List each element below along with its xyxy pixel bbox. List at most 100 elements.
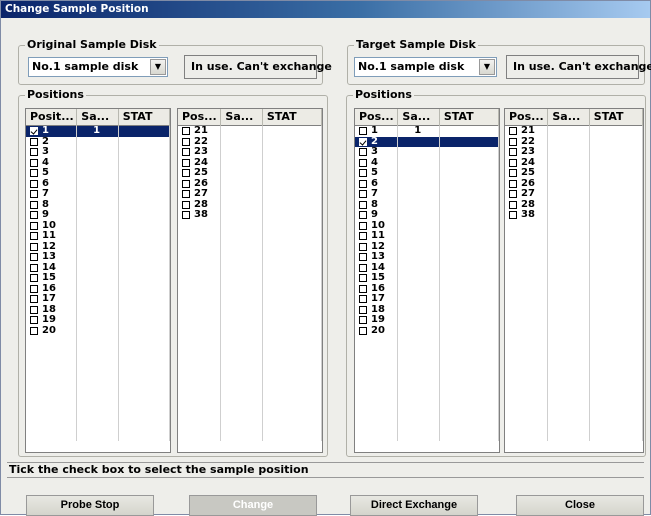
position-checkbox[interactable] (359, 158, 367, 167)
table-row[interactable] (355, 388, 499, 399)
table-row[interactable] (505, 378, 643, 389)
target-positions-table-1[interactable]: Pos... Sa... STAT 1 1 2 3 4 5 6 7 8 9 10 11 12 13 14 15 16 1… (354, 108, 500, 453)
position-checkbox[interactable] (182, 137, 190, 146)
position-checkbox[interactable] (359, 127, 367, 135)
position-checkbox[interactable] (182, 190, 190, 198)
table-row[interactable] (355, 367, 499, 378)
table-row[interactable]: 5 (355, 168, 499, 179)
table-row[interactable] (355, 399, 499, 410)
position-checkbox[interactable] (30, 242, 38, 251)
table-row[interactable]: 8 (26, 199, 170, 210)
table-row[interactable] (178, 388, 322, 399)
table-row[interactable]: 24 (505, 157, 643, 168)
table-row[interactable] (505, 283, 643, 294)
column-header[interactable]: Sa... (548, 109, 590, 126)
chevron-down-icon[interactable]: ▼ (479, 59, 495, 75)
table-row[interactable] (178, 283, 322, 294)
table-row[interactable] (505, 336, 643, 347)
column-header[interactable]: STAT (440, 109, 499, 126)
position-checkbox[interactable] (30, 305, 38, 314)
table-row[interactable]: 23 (505, 147, 643, 158)
table-row[interactable] (178, 273, 322, 284)
table-row[interactable] (355, 336, 499, 347)
column-header[interactable]: STAT (590, 109, 643, 126)
position-checkbox[interactable] (182, 211, 190, 219)
position-checkbox[interactable] (30, 232, 38, 240)
table-row[interactable] (505, 220, 643, 231)
table-row[interactable]: 13 (355, 252, 499, 263)
position-checkbox[interactable] (359, 221, 367, 230)
table-row[interactable] (505, 367, 643, 378)
table-row[interactable] (505, 420, 643, 431)
table-row[interactable] (178, 315, 322, 326)
column-header[interactable]: STAT (119, 109, 170, 126)
position-checkbox[interactable] (509, 190, 517, 198)
position-checkbox[interactable] (182, 158, 190, 167)
table-row[interactable]: 14 (26, 262, 170, 273)
table-row[interactable]: 12 (26, 241, 170, 252)
table-row[interactable]: 7 (26, 189, 170, 200)
table-row[interactable] (178, 367, 322, 378)
table-row[interactable]: 5 (26, 168, 170, 179)
table-row[interactable]: 27 (505, 189, 643, 200)
table-row[interactable]: 38 (178, 210, 322, 221)
table-row[interactable]: 15 (355, 273, 499, 284)
table-row[interactable] (26, 399, 170, 410)
table-row[interactable]: 19 (355, 315, 499, 326)
position-checkbox[interactable] (359, 263, 367, 272)
target-positions-table-2[interactable]: Pos... Sa... STAT 21 22 23 24 25 26 27 28 38 (504, 108, 644, 453)
table-row[interactable]: 3 (355, 147, 499, 158)
table-row[interactable]: 8 (355, 199, 499, 210)
column-header[interactable]: Sa... (77, 109, 119, 126)
table-row[interactable]: 11 (355, 231, 499, 242)
probe-stop-button[interactable]: Probe Stop (26, 495, 154, 516)
original-positions-table-1[interactable]: Posit... Sa... STAT 1 1 2 3 4 5 6 7 8 9 10 11 12 13 14 15 1… (25, 108, 171, 453)
position-checkbox[interactable] (509, 158, 517, 167)
table-row[interactable]: 21 (178, 126, 322, 137)
table-row[interactable] (178, 346, 322, 357)
position-checkbox[interactable] (30, 158, 38, 167)
position-checkbox[interactable] (359, 295, 367, 303)
original-positions-table-2[interactable]: Pos... Sa... STAT 21 22 23 24 25 26 27 28 38 (177, 108, 323, 453)
table-row[interactable]: 20 (355, 325, 499, 336)
table-row[interactable]: 13 (26, 252, 170, 263)
position-checkbox[interactable] (30, 274, 38, 282)
position-checkbox[interactable] (182, 169, 190, 177)
table-row[interactable]: 16 (355, 283, 499, 294)
position-checkbox[interactable] (30, 127, 38, 135)
position-checkbox[interactable] (30, 221, 38, 230)
table-row[interactable]: 6 (355, 178, 499, 189)
position-checkbox[interactable] (30, 190, 38, 198)
position-checkbox[interactable] (359, 242, 367, 251)
target-disk-select[interactable]: No.1 sample disk ▼ (354, 57, 497, 77)
position-checkbox[interactable] (30, 148, 38, 156)
position-checkbox[interactable] (30, 253, 38, 261)
table-row[interactable]: 3 (26, 147, 170, 158)
column-header[interactable]: Sa... (398, 109, 440, 126)
table-row[interactable] (355, 346, 499, 357)
position-checkbox[interactable] (182, 200, 190, 209)
table-row[interactable] (505, 315, 643, 326)
table-row[interactable] (178, 294, 322, 305)
column-header[interactable]: STAT (263, 109, 322, 126)
table-row[interactable] (505, 294, 643, 305)
position-checkbox[interactable] (359, 326, 367, 335)
table-row[interactable]: 10 (26, 220, 170, 231)
direct-exchange-button[interactable]: Direct Exchange (350, 495, 478, 516)
table-row[interactable] (178, 220, 322, 231)
table-row[interactable] (178, 357, 322, 368)
position-checkbox[interactable] (359, 284, 367, 293)
table-row[interactable]: 25 (178, 168, 322, 179)
table-row[interactable] (26, 430, 170, 441)
table-row[interactable] (505, 409, 643, 420)
position-checkbox[interactable] (359, 232, 367, 240)
table-row[interactable]: 4 (26, 157, 170, 168)
table-row[interactable] (26, 378, 170, 389)
table-row[interactable]: 6 (26, 178, 170, 189)
close-button[interactable]: Close (516, 495, 644, 516)
table-row[interactable] (355, 378, 499, 389)
position-checkbox[interactable] (359, 179, 367, 188)
position-checkbox[interactable] (509, 137, 517, 146)
position-checkbox[interactable] (30, 284, 38, 293)
position-checkbox[interactable] (359, 200, 367, 209)
